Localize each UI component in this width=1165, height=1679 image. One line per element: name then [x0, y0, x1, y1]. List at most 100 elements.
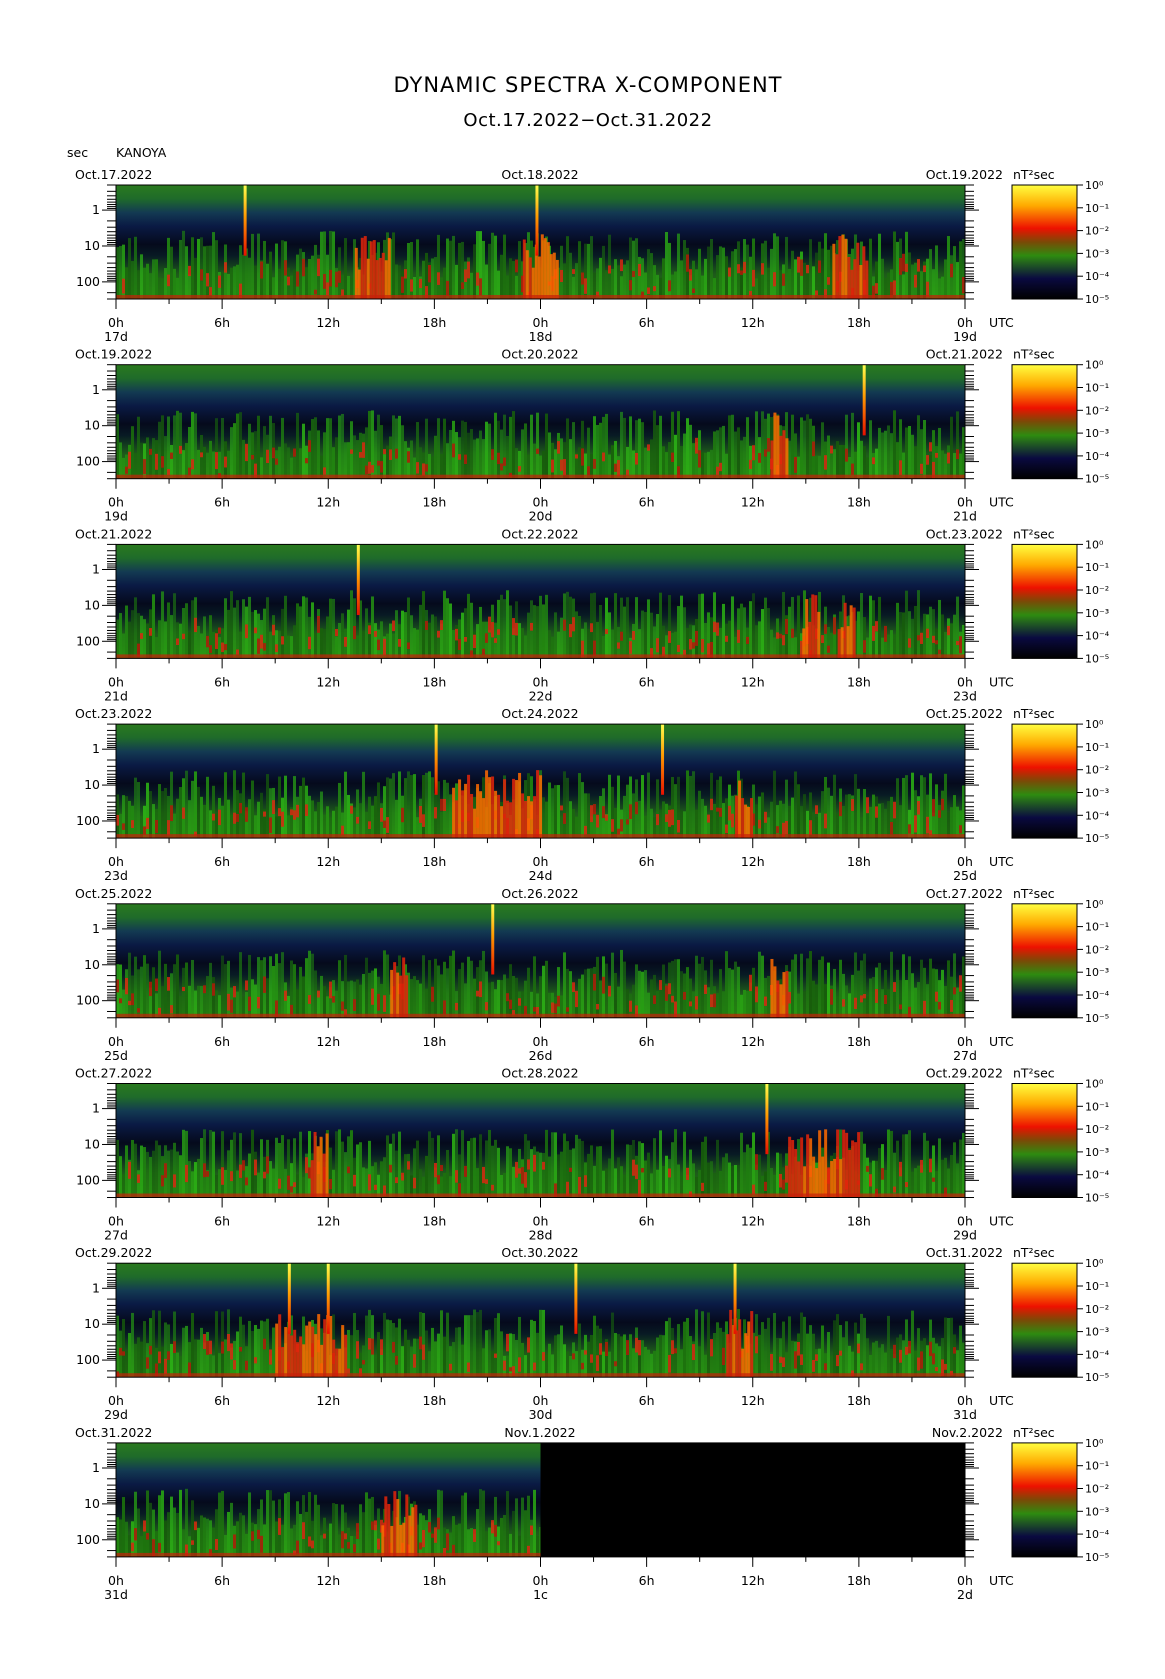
colorbar-unit-label: nT²sec: [1013, 886, 1055, 901]
x-tick-label: 12h: [741, 315, 765, 330]
day-label: 21d: [104, 688, 128, 703]
panel-mid-date: Nov.1.2022: [504, 1425, 575, 1440]
burst-mark: [275, 1323, 279, 1378]
burst-mark: [851, 1140, 855, 1198]
burst-mark: [479, 791, 483, 839]
x-tick-label: 12h: [316, 315, 340, 330]
colorbar-tick-label: 10⁻⁴: [1085, 630, 1110, 643]
x-tick-label: 0h: [108, 1573, 124, 1588]
station-label: KANOYA: [116, 145, 167, 160]
burst-mark: [540, 234, 544, 299]
x-tick-label: 6h: [214, 315, 230, 330]
panel-start-date: Oct.21.2022: [75, 526, 152, 541]
burst-mark: [848, 1149, 852, 1198]
burst-mark: [316, 1146, 320, 1198]
colorbar-tick-label: 10⁻³: [1085, 1146, 1109, 1159]
burst-mark: [375, 260, 379, 299]
panel-start-date: Oct.17.2022: [75, 167, 152, 182]
x-tick-label: 18h: [422, 495, 446, 510]
colorbar-gradient: [1011, 184, 1078, 300]
panel-start-date: Oct.27.2022: [75, 1066, 152, 1081]
x-tick-label: 6h: [639, 315, 655, 330]
x-tick-label: 0h: [533, 854, 549, 869]
y-tick-label: 10: [84, 957, 100, 972]
spike-mark: [287, 1263, 291, 1334]
burst-mark: [313, 1131, 317, 1198]
panel-mid-date: Oct.20.2022: [501, 347, 578, 362]
colorbar: 10⁰ 10⁻¹ 10⁻² 10⁻³ 10⁻⁴ 10⁻⁵: [1011, 718, 1110, 845]
burst-mark: [515, 780, 519, 839]
colorbar-tick-label: 10⁻¹: [1085, 202, 1109, 215]
x-tick-label: 18h: [847, 1214, 871, 1229]
utc-label: UTC: [989, 1034, 1014, 1049]
burst-mark: [393, 1491, 397, 1557]
burst-mark: [310, 1160, 314, 1198]
burst-mark: [744, 804, 748, 839]
burst-mark: [815, 1168, 819, 1198]
colorbar-tick-label: 10⁻⁵: [1085, 473, 1109, 486]
panel-end-date: Oct.25.2022: [926, 706, 1003, 721]
day-label: 25d: [953, 868, 977, 883]
y-tick-label: 10: [84, 1316, 100, 1331]
burst-mark: [782, 430, 786, 479]
burst-mark: [850, 269, 854, 299]
colorbar-tick-label: 10⁻²: [1085, 1483, 1109, 1496]
burst-mark: [525, 250, 529, 299]
x-tick-label: 0h: [957, 1573, 973, 1588]
burst-mark: [785, 438, 789, 479]
colorbar-tick-label: 10⁰: [1085, 179, 1104, 192]
burst-mark: [847, 256, 851, 299]
colorbar-tick-label: 10⁻²: [1085, 584, 1109, 597]
day-label: 24d: [529, 868, 553, 883]
burst-mark: [452, 787, 456, 839]
x-tick-label: 18h: [847, 674, 871, 689]
y-tick-label: 1: [92, 921, 100, 936]
missing-data-region: [540, 1442, 965, 1557]
burst-mark: [299, 1336, 303, 1378]
burst-mark: [503, 779, 507, 839]
x-tick-label: 0h: [957, 495, 973, 510]
colorbar-gradient: [1011, 903, 1078, 1019]
burst-mark: [776, 415, 780, 479]
burst-mark: [512, 778, 516, 839]
day-label: 18d: [529, 329, 553, 344]
x-tick-label: 12h: [741, 1393, 765, 1408]
panel-end-date: Oct.27.2022: [926, 886, 1003, 901]
burst-mark: [455, 800, 459, 839]
colorbar-tick-label: 10⁻²: [1085, 1303, 1109, 1316]
burst-mark: [488, 777, 492, 839]
spike-mark: [765, 1083, 769, 1155]
y-tick-label: 100: [76, 1352, 100, 1367]
x-tick-label: 12h: [316, 495, 340, 510]
burst-mark: [741, 798, 745, 839]
burst-mark: [357, 269, 361, 299]
burst-mark: [482, 798, 486, 839]
panel-mid-date: Oct.24.2022: [501, 706, 578, 721]
burst-mark: [537, 256, 541, 299]
spectrogram-panel: Oct.19.2022 Oct.20.2022 Oct.21.2022 nT²sec1…: [75, 347, 1110, 524]
x-tick-label: 12h: [741, 674, 765, 689]
panel-start-date: Oct.31.2022: [75, 1425, 152, 1440]
colorbar-tick-label: 10⁰: [1085, 1437, 1104, 1450]
burst-mark: [366, 258, 370, 299]
burst-mark: [470, 794, 474, 839]
burst-mark: [405, 975, 409, 1018]
x-tick-label: 6h: [214, 854, 230, 869]
y-tick-label: 10: [84, 777, 100, 792]
x-tick-label: 12h: [316, 1214, 340, 1229]
burst-mark: [372, 240, 376, 299]
burst-mark: [494, 790, 498, 839]
spike-mark: [326, 1263, 330, 1334]
spectrogram-panel: Oct.31.2022 Nov.1.2022 Nov.2.2022 nT²sec 1 10…: [75, 1425, 1110, 1602]
colorbar-tick-label: 10⁻⁵: [1085, 1371, 1109, 1384]
x-tick-label: 0h: [957, 1214, 973, 1229]
spike-mark: [535, 185, 539, 256]
colorbar-gradient: [1011, 364, 1078, 480]
y-unit-label: sec: [67, 145, 88, 160]
y-tick-label: 1: [92, 202, 100, 217]
spike-mark: [491, 903, 495, 975]
burst-mark: [779, 984, 783, 1018]
y-tick-label: 100: [76, 274, 100, 289]
burst-mark: [803, 1166, 807, 1198]
burst-mark: [531, 267, 535, 299]
